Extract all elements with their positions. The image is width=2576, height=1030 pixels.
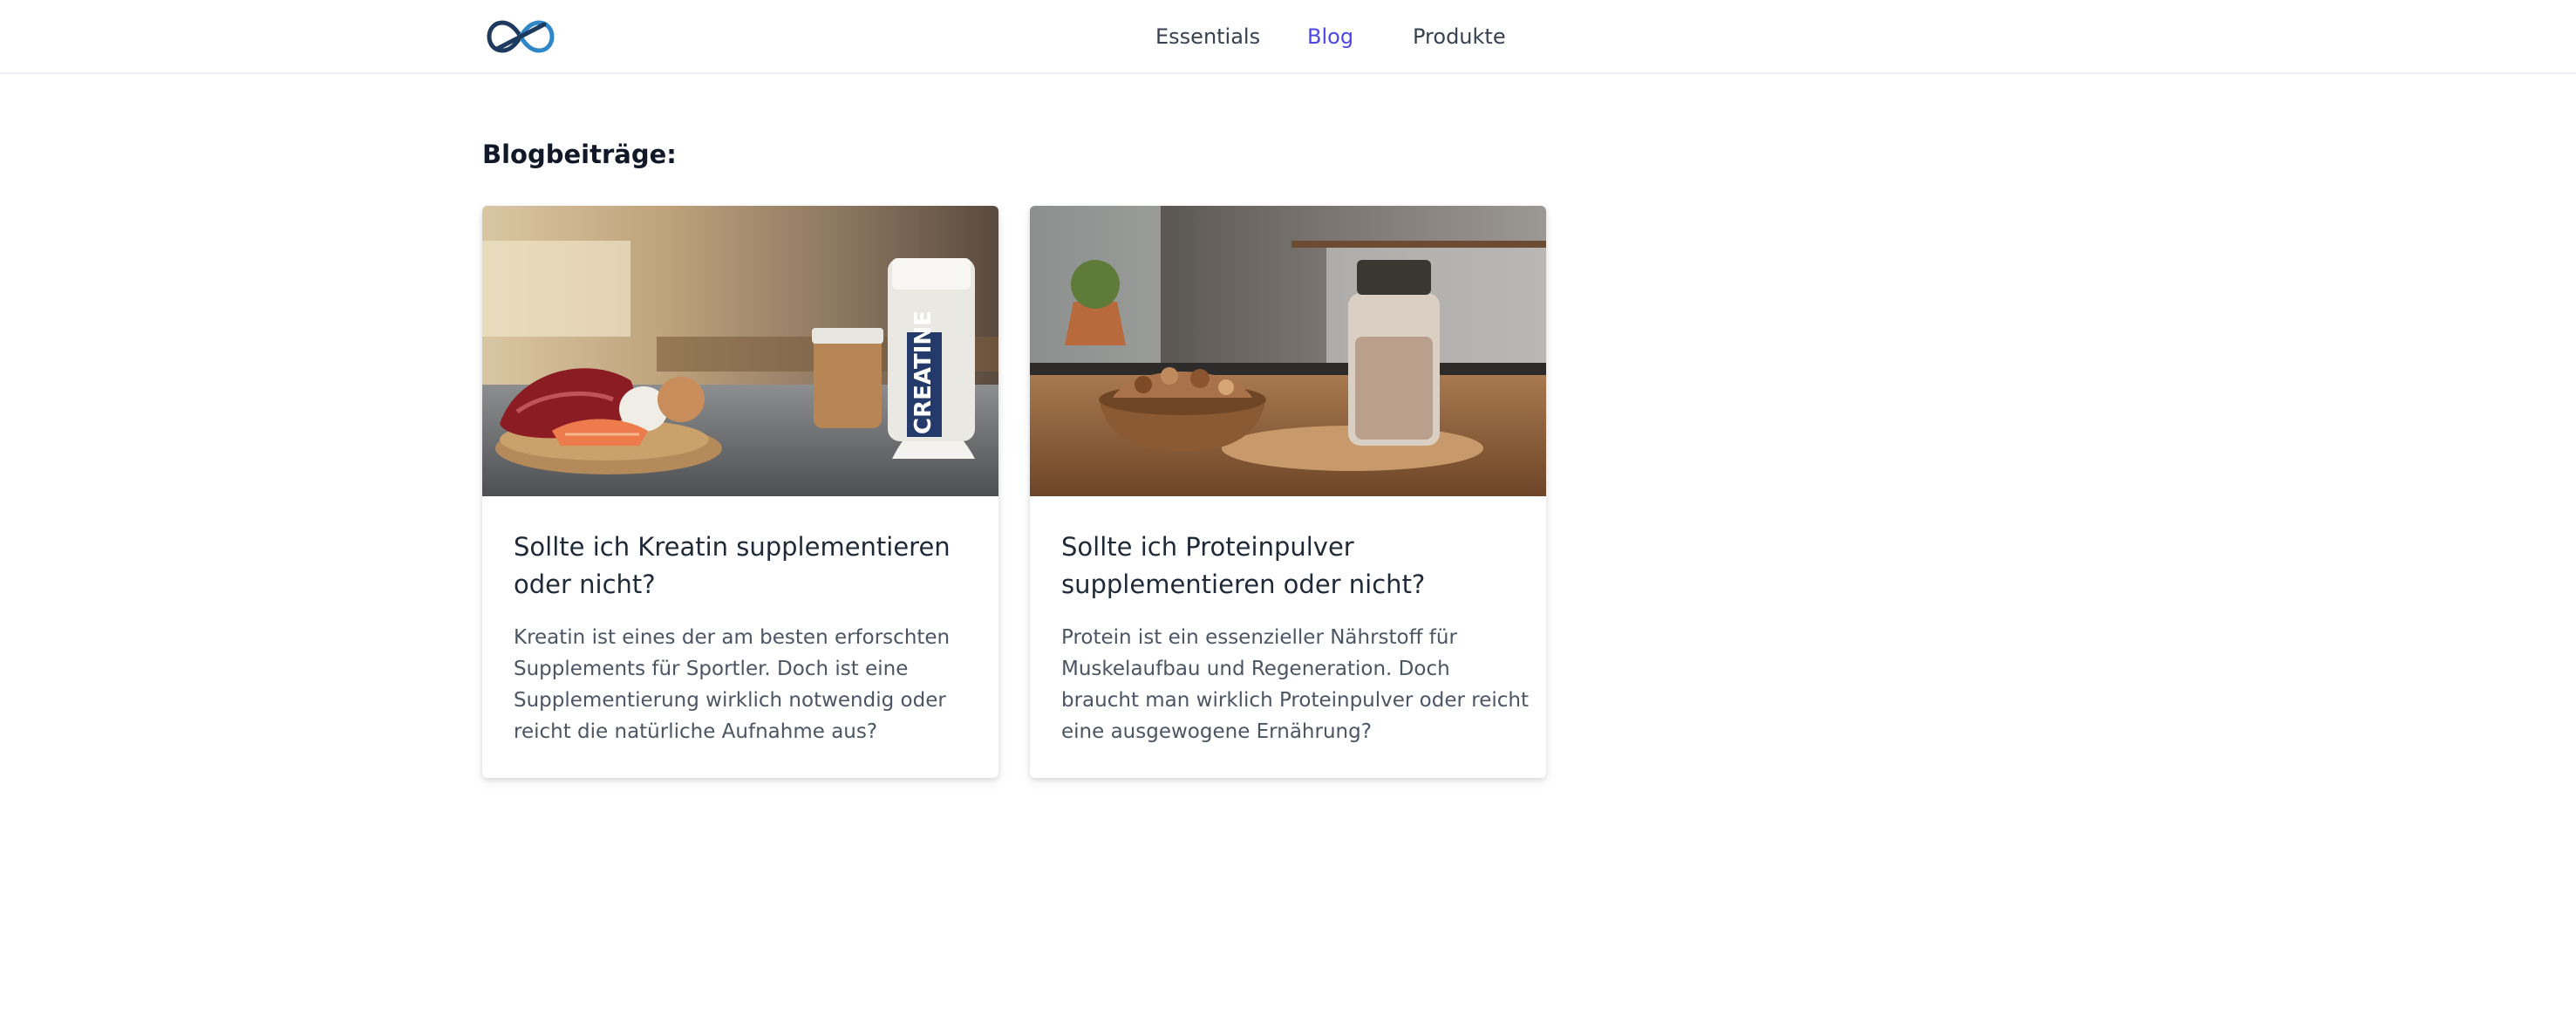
nav-link-blog[interactable]: Blog (1307, 23, 1353, 51)
nav-link-produkte[interactable]: Produkte (1413, 23, 1506, 51)
blog-card-kreatin[interactable]: CREATINE Sollte ich Kreatin supplementie… (482, 206, 998, 778)
top-navigation-bar: Essentials Blog Produkte (0, 0, 2576, 74)
blog-card-proteinpulver[interactable]: Sollte ich Proteinpulver supplementieren… (1030, 206, 1546, 778)
svg-text:CREATINE: CREATINE (910, 310, 937, 434)
nav-link-essentials[interactable]: Essentials (1155, 23, 1260, 51)
section-title: Blogbeiträge: (482, 140, 677, 169)
creatine-food-photo[interactable]: CREATINE (482, 206, 998, 496)
protein-nuts-photo[interactable] (1030, 206, 1546, 496)
main-nav: Essentials Blog Produkte (0, 0, 2576, 74)
post-title[interactable]: Sollte ich Kreatin supplementieren oder … (514, 529, 985, 604)
post-excerpt: Kreatin ist eines der am besten erforsch… (514, 626, 951, 743)
post-excerpt: Protein ist ein essenzieller Nährstoff f… (1061, 626, 1529, 743)
post-title[interactable]: Sollte ich Proteinpulver supplementieren… (1061, 529, 1532, 604)
